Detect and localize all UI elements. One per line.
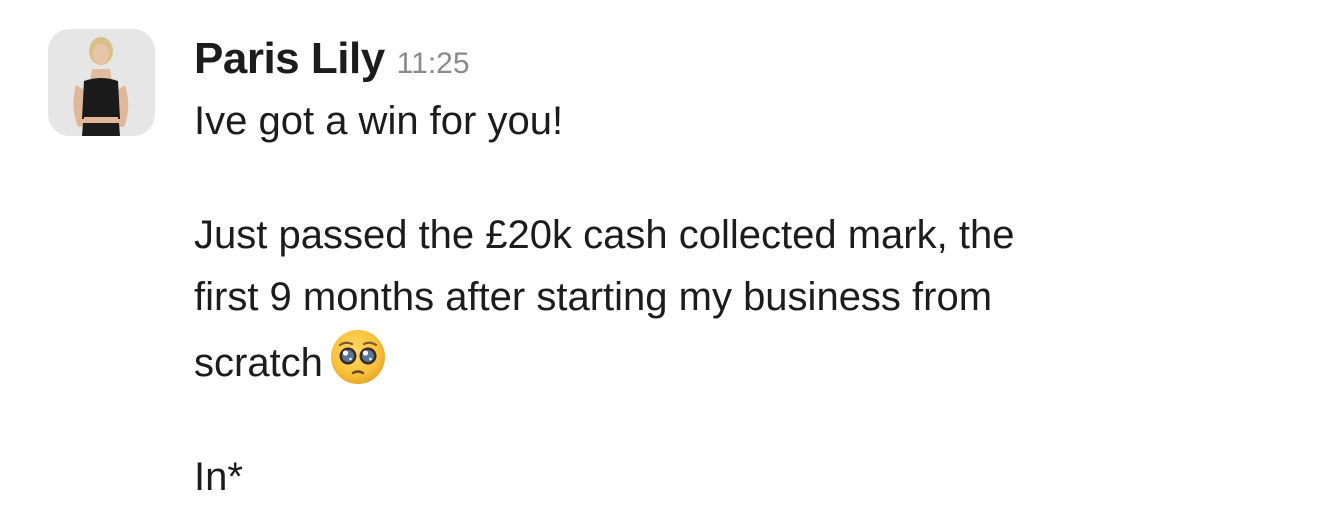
message-line-2: Just passed the £20k cash collected mark… [194, 213, 1015, 257]
message-line-5: In* [194, 455, 243, 499]
message-content: Paris Lily 11:25 Ive got a win for you! … [194, 34, 1274, 508]
message-line-4: scratch [194, 328, 1274, 394]
author-name[interactable]: Paris Lily [194, 34, 385, 84]
message-header: Paris Lily 11:25 [194, 34, 1274, 90]
message-line-1: Ive got a win for you! [194, 99, 564, 143]
avatar[interactable] [48, 29, 155, 136]
user-photo-icon [48, 29, 155, 136]
message-line-3: first 9 months after starting my busines… [194, 275, 993, 319]
chat-message: Paris Lily 11:25 Ive got a win for you! … [0, 0, 1320, 499]
pleading-face-emoji-icon [329, 328, 387, 386]
message-timestamp[interactable]: 11:25 [397, 47, 470, 81]
message-line-4-text: scratch [194, 341, 323, 385]
